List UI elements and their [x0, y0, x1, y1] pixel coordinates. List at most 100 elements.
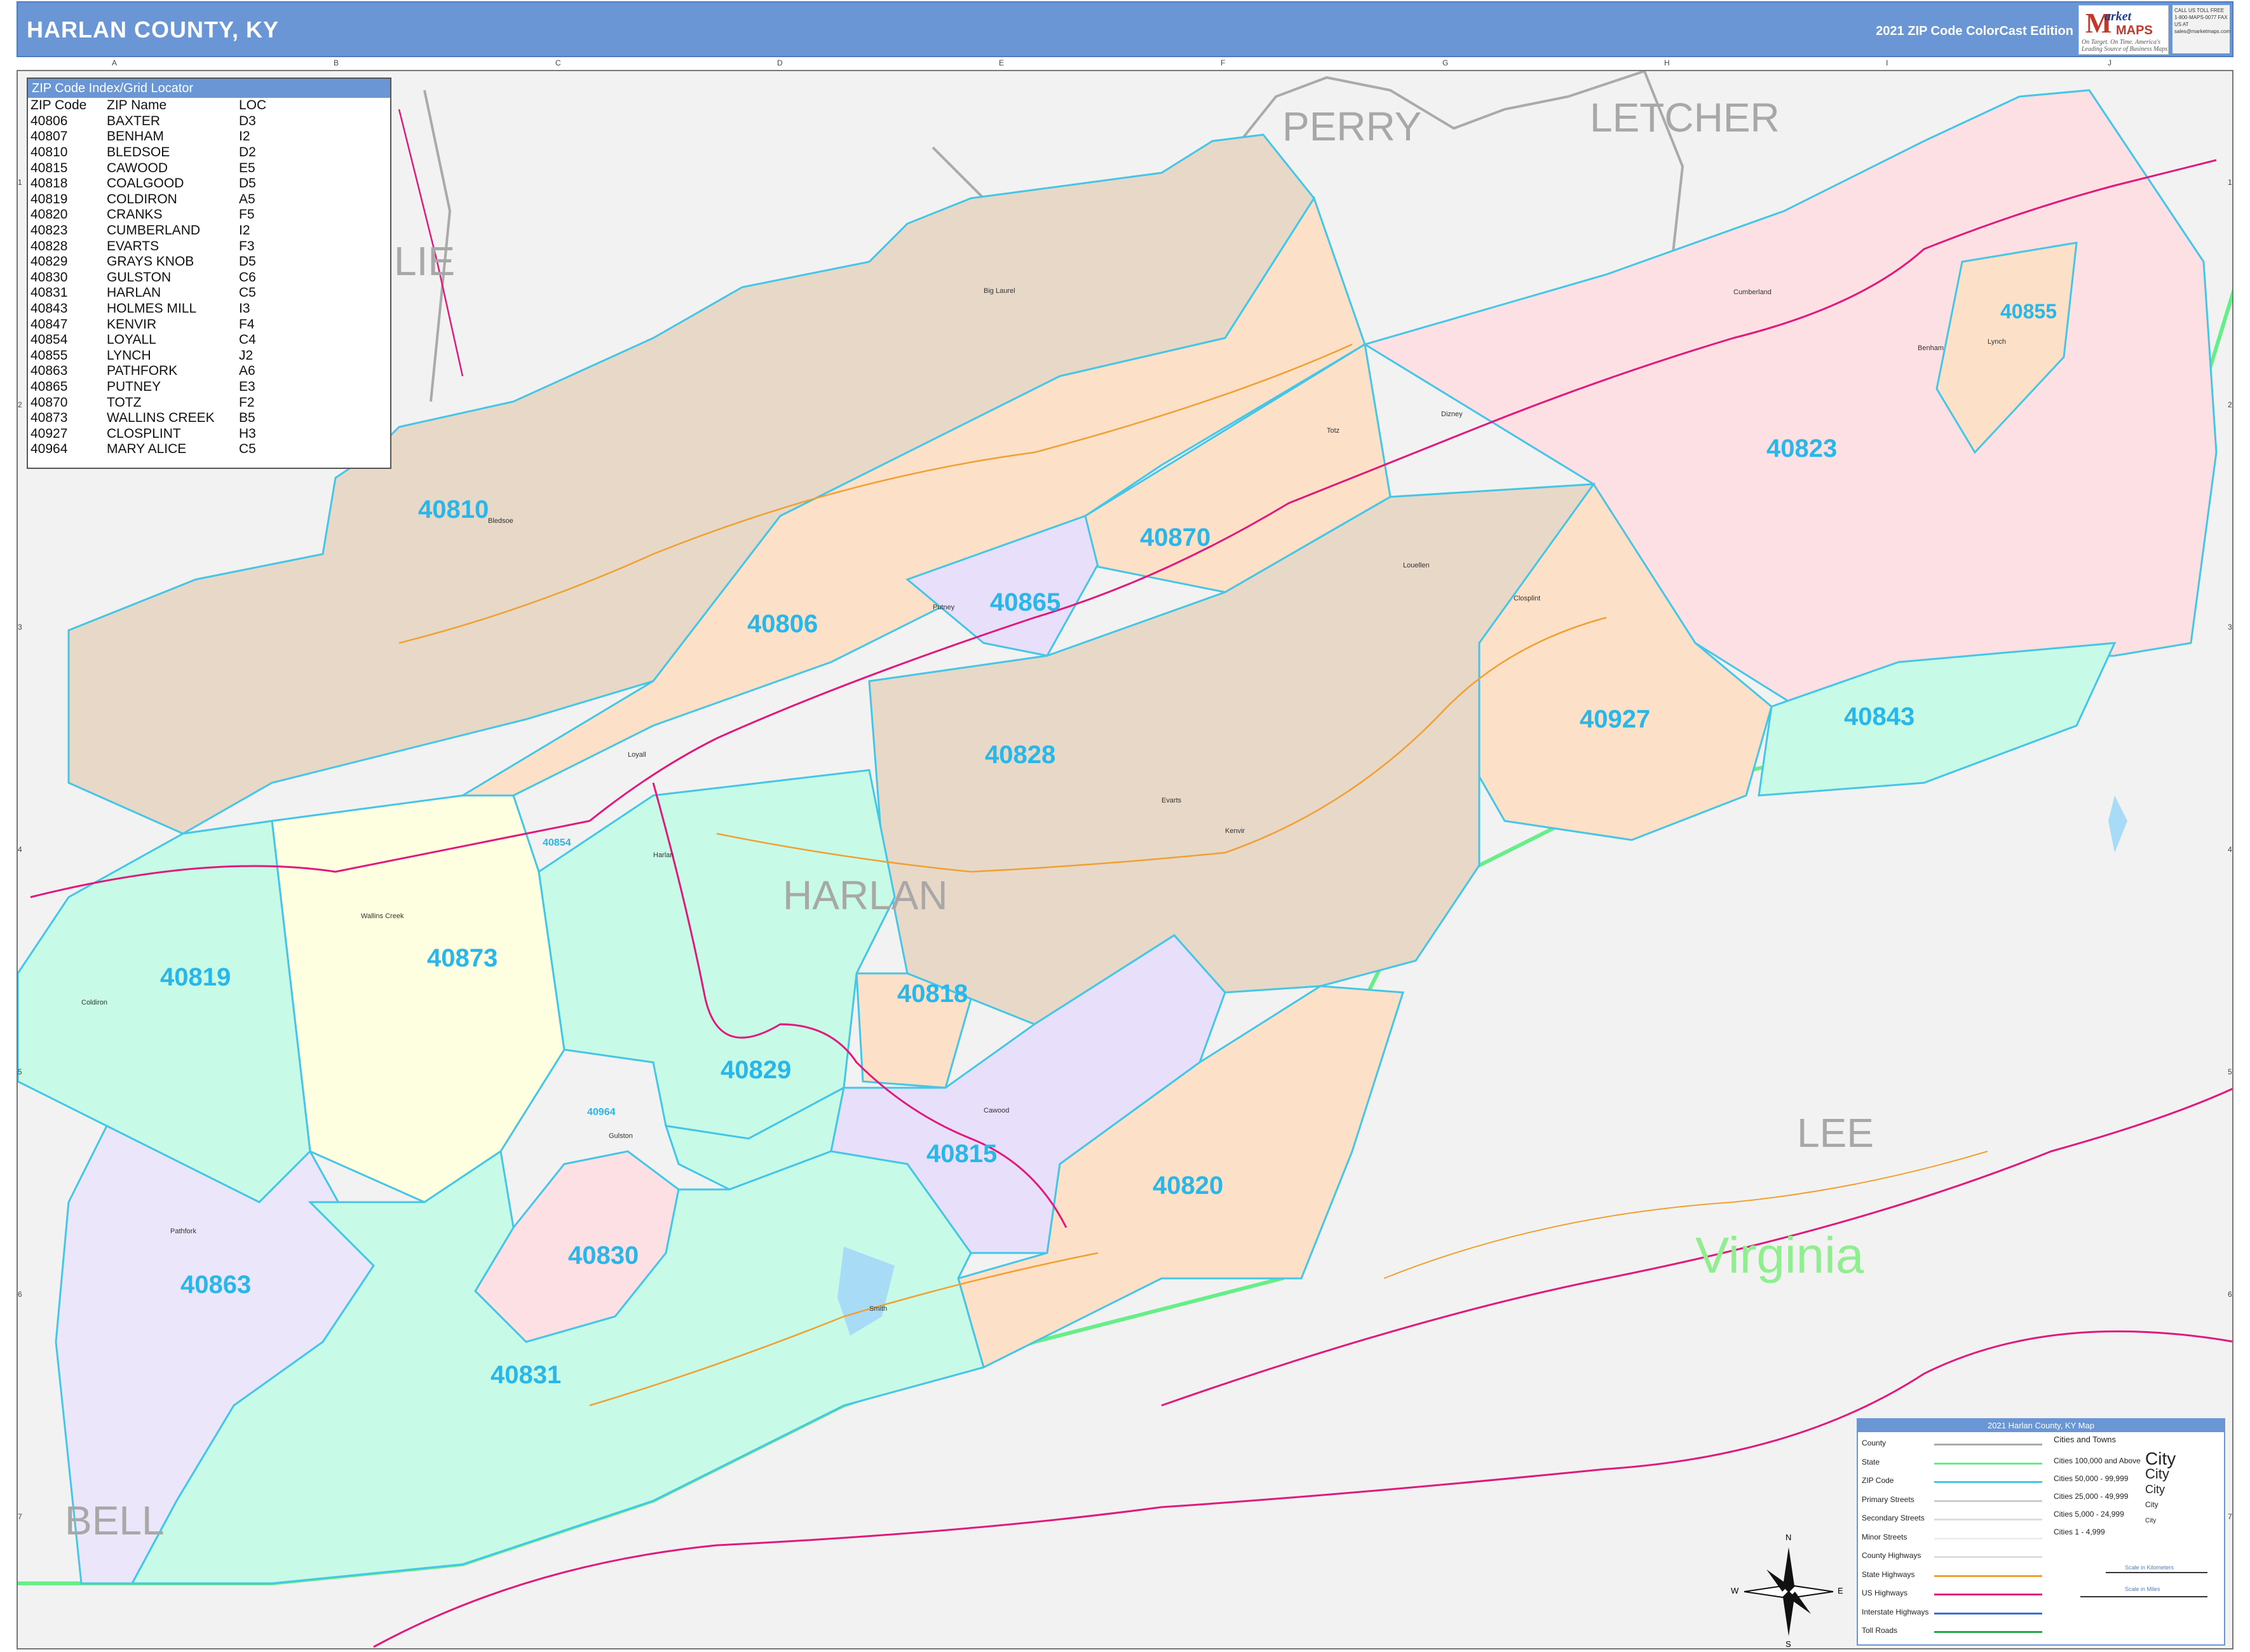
- zip-code-cell: 40831: [30, 285, 68, 301]
- legend-item: County Highways: [1862, 1551, 1921, 1560]
- zip-index-header-row: ZIP Code ZIP Name LOC: [30, 98, 266, 114]
- county-label-leslie: LIE: [394, 238, 456, 284]
- zip-index-row: 40815 CAWOOD E5: [30, 160, 266, 176]
- grid-row-label-right: 7: [2228, 1512, 2232, 1521]
- town-label: Loyall: [628, 751, 646, 759]
- zip-index-row: 40865 PUTNEY E3: [30, 379, 266, 395]
- zip-code-cell: 40806: [30, 113, 68, 128]
- scale-mi-label: Scale in Miles: [2125, 1586, 2160, 1592]
- zip-loc-cell: F4: [239, 316, 255, 332]
- town-label: Cawood: [984, 1107, 1010, 1114]
- zip-code-cell: 40823: [30, 223, 68, 238]
- legend-item: County: [1862, 1439, 1887, 1447]
- compass-rose-icon: N S E W: [1731, 1533, 1843, 1649]
- zip-code-cell: 40818: [30, 176, 68, 191]
- zip-code-cell: 40927: [30, 426, 68, 441]
- zip-code-cell: 40854: [30, 332, 68, 348]
- zip-label-40810: 40810: [418, 496, 489, 524]
- legend-item: Toll Roads: [1862, 1626, 1898, 1635]
- legend-item: State Highways: [1862, 1569, 1915, 1579]
- zip-name-cell: KENVIR: [107, 316, 157, 332]
- zip-name-cell: COLDIRON: [107, 191, 177, 207]
- compass-w: W: [1731, 1586, 1739, 1595]
- logo-tagline: On Target. On Time. America's Leading So…: [2082, 39, 2168, 53]
- legend-item: Minor Streets: [1862, 1532, 1908, 1541]
- zip-code-cell: 40843: [30, 301, 68, 316]
- legend-item: US Highways: [1862, 1588, 1908, 1597]
- zip-label-40873: 40873: [427, 944, 498, 972]
- grid-column-label: G: [1442, 58, 1449, 67]
- zip-loc-cell: A6: [239, 363, 255, 379]
- zip-loc-cell: C5: [239, 442, 256, 457]
- scale-bar-mi: [2080, 1596, 2207, 1597]
- zip-label-40870: 40870: [1140, 524, 1211, 552]
- zip-code-cell: 40964: [30, 442, 68, 457]
- zip-name-cell: CLOSPLINT: [107, 426, 181, 441]
- zip-index-row: 40810 BLEDSOE D2: [30, 145, 266, 161]
- zip-index-row: 40807 BENHAM I2: [30, 129, 266, 145]
- town-label: Dizney: [1441, 410, 1463, 418]
- zip-index-panel: ZIP Code Index/Grid Locator ZIP Code ZIP…: [27, 78, 391, 469]
- map-header: HARLAN COUNTY, KY 2021 ZIP Code ColorCas…: [17, 1, 2233, 57]
- zip-index-row: 40927 CLOSPLINT H3: [30, 426, 266, 442]
- town-label: Wallins Creek: [361, 912, 404, 920]
- zip-index-row: 40830 GULSTON C6: [30, 270, 266, 286]
- town-label: Coldiron: [81, 999, 107, 1006]
- zip-name-cell: PUTNEY: [107, 379, 161, 394]
- legend-city-sample: City: [2145, 1517, 2157, 1524]
- grid-row-label-right: 5: [2228, 1067, 2232, 1076]
- zip-code-cell: 40873: [30, 410, 68, 426]
- zip-index-row: 40847 KENVIR F4: [30, 316, 266, 332]
- zip-label-40815: 40815: [926, 1140, 998, 1168]
- contact-info: CALL US TOLL FREE 1-800-MAPS-0077 FAX US…: [2172, 5, 2230, 53]
- zip-loc-cell: E3: [239, 379, 255, 394]
- zip-name-cell: HOLMES MILL: [107, 301, 197, 316]
- zip-index-row: 40854 LOYALL C4: [30, 332, 266, 348]
- legend-swatch: [1934, 1612, 2042, 1615]
- zip-index-row: 40863 PATHFORK A6: [30, 363, 266, 379]
- zip-index-row: 40818 COALGOOD D5: [30, 176, 266, 192]
- market-maps-logo[interactable]: M arket MAPS On Target. On Time. America…: [2078, 5, 2169, 55]
- town-label: Kenvir: [1225, 827, 1245, 835]
- zip-loc-cell: J2: [239, 348, 254, 363]
- grid-row-label-left: 3: [18, 623, 22, 632]
- zip-label-40855: 40855: [2000, 300, 2057, 323]
- grid-row-label-left: 6: [18, 1290, 22, 1299]
- edition-label: 2021 ZIP Code ColorCast Edition: [1876, 24, 2073, 38]
- zip-label-40863: 40863: [180, 1271, 252, 1299]
- zip-name-cell: TOTZ: [107, 395, 142, 410]
- zip-loc-cell: C6: [239, 269, 256, 285]
- legend-city-sample: City: [2145, 1466, 2169, 1482]
- zip-label-40818: 40818: [897, 980, 968, 1008]
- zip-label-40964: 40964: [587, 1107, 616, 1118]
- grid-row-label-left: 7: [18, 1512, 22, 1521]
- grid-row-label-right: 4: [2228, 845, 2232, 854]
- county-label-bell: BELL: [65, 1498, 165, 1543]
- legend-city-tier: Cities 1 - 4,999: [2054, 1527, 2105, 1536]
- zip-loc-cell: I2: [239, 223, 250, 238]
- legend-item: ZIP Code: [1862, 1476, 1894, 1485]
- zip-loc-cell: F2: [239, 395, 255, 410]
- zip-code-cell: 40820: [30, 207, 68, 222]
- map-title: HARLAN COUNTY, KY: [27, 17, 280, 43]
- zip-loc-cell: E5: [239, 160, 255, 175]
- zip-loc-cell: D5: [239, 254, 256, 269]
- zip-name-cell: GULSTON: [107, 269, 172, 285]
- zip-loc-cell: H3: [239, 426, 256, 441]
- zip-code-cell: 40829: [30, 254, 68, 269]
- zip-name-cell: LOYALL: [107, 332, 156, 348]
- zip-loc-cell: I3: [239, 301, 250, 316]
- zip-label-40819: 40819: [160, 963, 231, 991]
- legend-swatch: [1934, 1481, 2042, 1483]
- grid-column-label: F: [1221, 58, 1226, 67]
- zip-code-cell: 40807: [30, 129, 68, 144]
- zip-index-row: 40823 CUMBERLAND I2: [30, 223, 266, 239]
- zip-index-title: ZIP Code Index/Grid Locator: [28, 79, 390, 98]
- compass-n: N: [1786, 1533, 1792, 1542]
- compass-s: S: [1786, 1639, 1791, 1649]
- zip-label-40854: 40854: [543, 837, 571, 848]
- legend-item: Interstate Highways: [1862, 1607, 1929, 1616]
- zip-loc-cell: C4: [239, 332, 256, 348]
- county-label-lee: LEE: [1797, 1110, 1874, 1156]
- grid-row-label-left: 1: [18, 178, 22, 187]
